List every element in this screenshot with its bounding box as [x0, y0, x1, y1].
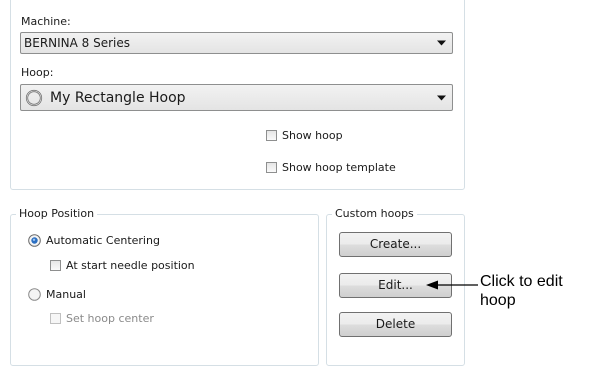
chevron-down-icon — [437, 40, 446, 46]
hoop-ring-icon — [25, 89, 43, 107]
chevron-down-icon — [437, 95, 446, 100]
at-start-needle-position-label[interactable]: At start needle position — [66, 259, 195, 272]
automatic-centering-radio[interactable] — [28, 234, 41, 247]
automatic-centering-label[interactable]: Automatic Centering — [46, 234, 160, 247]
delete-button[interactable]: Delete — [339, 312, 452, 337]
hoop-dropdown[interactable]: My Rectangle Hoop — [20, 84, 453, 111]
custom-hoops-title: Custom hoops — [332, 208, 417, 220]
manual-radio[interactable] — [28, 288, 41, 301]
set-hoop-center-label[interactable]: Set hoop center — [66, 312, 154, 325]
at-start-needle-position-checkbox[interactable] — [50, 260, 61, 271]
show-hoop-checkbox[interactable] — [266, 130, 277, 141]
manual-label[interactable]: Manual — [46, 288, 86, 301]
show-hoop-label[interactable]: Show hoop — [282, 129, 343, 142]
callout-text-line1: Click to edit — [480, 273, 563, 290]
hoop-dropdown-value: My Rectangle Hoop — [50, 89, 186, 106]
callout-text-line2: hoop — [480, 292, 516, 309]
show-hoop-template-checkbox[interactable] — [266, 162, 277, 173]
show-hoop-template-label[interactable]: Show hoop template — [282, 161, 396, 174]
machine-label: Machine: — [21, 15, 71, 28]
create-button[interactable]: Create... — [339, 232, 452, 257]
hoop-position-title: Hoop Position — [16, 208, 98, 220]
set-hoop-center-checkbox[interactable] — [50, 313, 61, 324]
machine-dropdown[interactable]: BERNINA 8 Series — [20, 32, 453, 54]
machine-dropdown-value: BERNINA 8 Series — [24, 36, 131, 50]
hoop-label: Hoop: — [21, 66, 54, 79]
callout-arrow — [426, 280, 478, 290]
